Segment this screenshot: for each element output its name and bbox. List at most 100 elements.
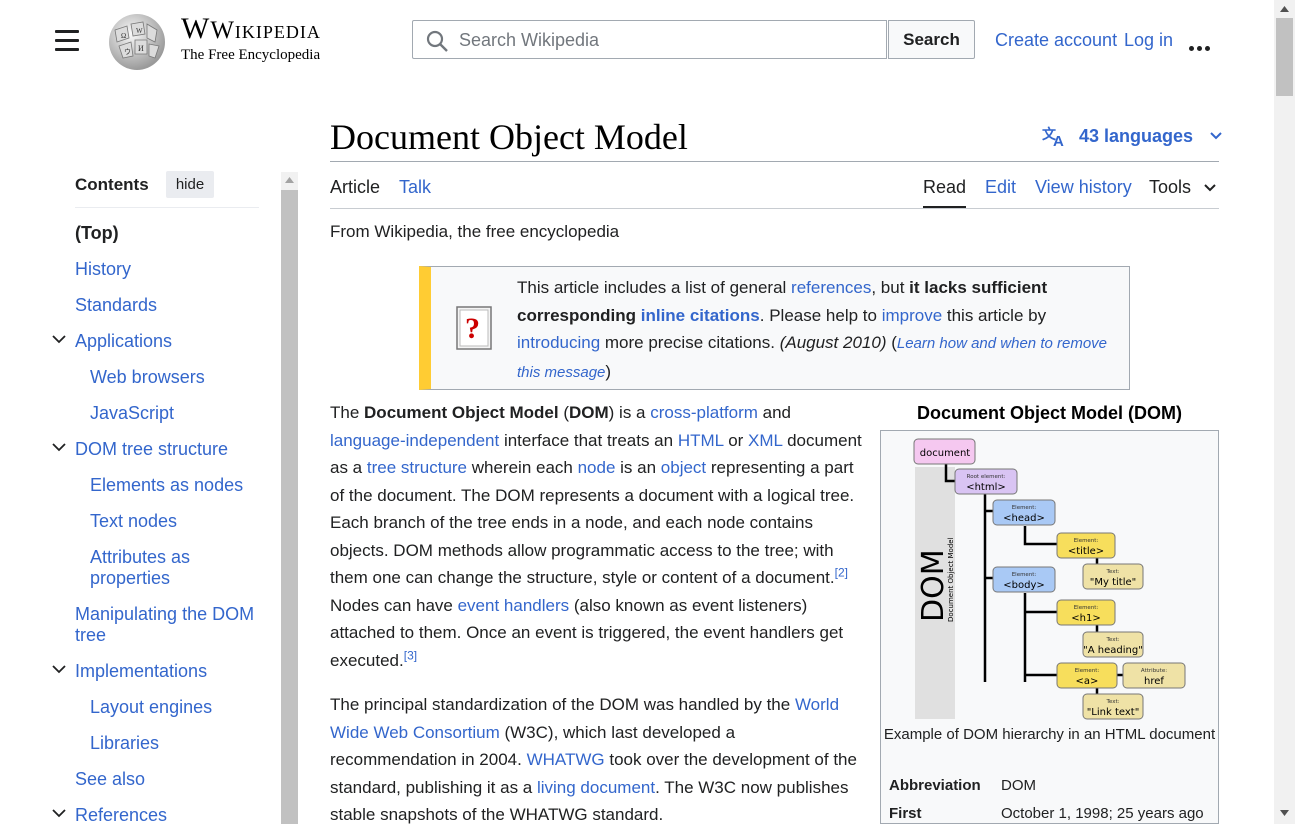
citation-notice: ? This article includes a list of genera… xyxy=(419,266,1130,390)
scroll-down-arrow-icon[interactable] xyxy=(1280,810,1289,816)
title-divider xyxy=(330,161,1219,162)
toc-item-javascript[interactable]: JavaScript xyxy=(90,403,174,424)
object-link[interactable]: object xyxy=(661,458,706,477)
infobox-title: Document Object Model (DOM) xyxy=(917,403,1182,423)
toc-scrollbar[interactable] xyxy=(281,172,298,824)
toc-item-manipulating-the-dom-tree[interactable]: Manipulating the DOM tree xyxy=(75,604,265,646)
body-text: is an xyxy=(615,458,661,477)
chevron-down-icon[interactable] xyxy=(52,443,66,452)
notice-text: This article includes a list of general xyxy=(517,278,792,297)
event-handlers-link[interactable]: event handlers xyxy=(458,596,570,615)
diagram-a: <a> xyxy=(1076,676,1099,687)
inline-citations-link[interactable]: inline citations xyxy=(641,306,760,325)
body-text: wherein each xyxy=(467,458,578,477)
tab-view-history[interactable]: View history xyxy=(1035,176,1132,198)
svg-text:?: ? xyxy=(465,312,480,345)
notice-text: , but xyxy=(871,278,910,297)
reference-3-link[interactable]: [3] xyxy=(404,648,417,662)
toc-item-see-also[interactable]: See also xyxy=(75,769,145,790)
diagram-head: <head> xyxy=(1003,513,1045,524)
chevron-down-icon[interactable] xyxy=(52,665,66,674)
notice-text: . Please help to xyxy=(759,305,882,325)
toc-hide-button[interactable]: hide xyxy=(166,171,214,198)
toc-item-top[interactable]: (Top) xyxy=(75,223,119,244)
bold-term: DOM xyxy=(569,403,609,422)
more-options-icon[interactable] xyxy=(1189,38,1213,56)
diagram-h1-text-label: Text: xyxy=(1106,637,1120,643)
toc-item-libraries[interactable]: Libraries xyxy=(90,733,159,754)
body-text: interface that treats an xyxy=(499,430,678,450)
toc-item-web-browsers[interactable]: Web browsers xyxy=(90,367,205,388)
toc-item-attributes-as-properties[interactable]: Attributes as properties xyxy=(90,547,220,589)
diagram-h1: <h1> xyxy=(1071,613,1100,624)
page-scrollbar-thumb[interactable] xyxy=(1276,18,1293,96)
toc-item-standards[interactable]: Standards xyxy=(75,295,157,316)
reference-2-link[interactable]: [2] xyxy=(835,565,848,579)
references-link[interactable]: references xyxy=(791,278,871,297)
chevron-down-icon[interactable] xyxy=(52,335,66,344)
introducing-link[interactable]: introducing xyxy=(517,333,600,352)
wordmark-text: Wikipedia xyxy=(210,17,321,44)
infobox-value: October 1, 1998; 25 years ago xyxy=(1001,805,1204,822)
diagram-title: <title> xyxy=(1068,546,1104,557)
search-button[interactable]: Search xyxy=(888,20,975,59)
search-box[interactable] xyxy=(412,20,887,60)
toc-item-dom-tree-structure[interactable]: DOM tree structure xyxy=(75,439,228,460)
body-text: The principal standardization of the DOM… xyxy=(330,695,795,714)
tab-edit[interactable]: Edit xyxy=(985,176,1016,198)
dom-tree-diagram[interactable]: DOM Document Object Model document <html… xyxy=(913,437,1193,721)
body-text: or xyxy=(723,430,749,450)
wordmark[interactable]: WWikipedia The Free Encyclopedia xyxy=(181,14,321,64)
diagram-title-text: "My title" xyxy=(1090,577,1136,588)
xml-link[interactable]: XML xyxy=(748,431,782,450)
diagram-head-label: Element: xyxy=(1012,505,1037,511)
toc-item-layout-engines[interactable]: Layout engines xyxy=(90,697,212,718)
whatwg-link[interactable]: WHATWG xyxy=(527,750,605,769)
toc-heading: Contents xyxy=(75,175,149,194)
chevron-down-icon[interactable] xyxy=(52,809,66,818)
html-link[interactable]: HTML xyxy=(678,431,724,450)
scroll-up-arrow-icon[interactable] xyxy=(1280,6,1289,12)
diagram-side-small: Document Object Model xyxy=(947,537,955,622)
chevron-down-icon xyxy=(1204,184,1216,192)
infobox-key: First xyxy=(889,805,922,822)
main-menu-button[interactable] xyxy=(55,30,79,52)
diagram-a-text: "Link text" xyxy=(1087,707,1140,718)
toc-item-applications[interactable]: Applications xyxy=(75,331,172,352)
notice-text: more precise citations. xyxy=(600,333,780,352)
tab-article[interactable]: Article xyxy=(330,176,380,198)
cross-platform-link[interactable]: cross-platform xyxy=(650,403,758,422)
toc-item-elements-as-nodes[interactable]: Elements as nodes xyxy=(90,475,243,496)
notice-text: ) xyxy=(605,361,612,381)
diagram-title-text-label: Text: xyxy=(1106,569,1120,575)
svg-text:A: A xyxy=(1053,133,1064,147)
svg-text:W: W xyxy=(136,27,143,35)
diagram-href: href xyxy=(1144,676,1164,687)
body-text: ) is a xyxy=(608,403,651,422)
log-in-link[interactable]: Log in xyxy=(1124,30,1173,51)
toc-scrollbar-thumb[interactable] xyxy=(281,190,298,824)
tab-talk[interactable]: Talk xyxy=(399,176,431,198)
toc-item-text-nodes[interactable]: Text nodes xyxy=(90,511,177,532)
living-document-link[interactable]: living document xyxy=(537,778,655,797)
improve-link[interactable]: improve xyxy=(882,306,942,325)
wikipedia-globe-logo[interactable]: Ω W И ウ xyxy=(105,12,167,72)
search-input[interactable] xyxy=(457,21,881,60)
chevron-down-icon xyxy=(1210,132,1222,140)
language-independent-link[interactable]: language-independent xyxy=(330,431,499,450)
tree-structure-link[interactable]: tree structure xyxy=(367,458,467,477)
svg-text:ウ: ウ xyxy=(124,48,131,56)
page-scrollbar[interactable] xyxy=(1274,0,1295,824)
toc-item-implementations[interactable]: Implementations xyxy=(75,661,207,682)
body-text: The xyxy=(330,403,365,422)
tabs-divider xyxy=(330,208,1219,209)
site-subtitle: From Wikipedia, the free encyclopedia xyxy=(330,222,620,241)
tab-read[interactable]: Read xyxy=(923,176,966,198)
toc-item-references[interactable]: References xyxy=(75,805,167,826)
scroll-up-arrow-icon[interactable] xyxy=(285,177,294,183)
tools-menu[interactable]: Tools xyxy=(1149,176,1216,198)
toc-item-history[interactable]: History xyxy=(75,259,131,280)
notice-text: this article by xyxy=(942,305,1047,325)
node-link[interactable]: node xyxy=(578,458,616,477)
create-account-link[interactable]: Create account xyxy=(995,30,1117,51)
